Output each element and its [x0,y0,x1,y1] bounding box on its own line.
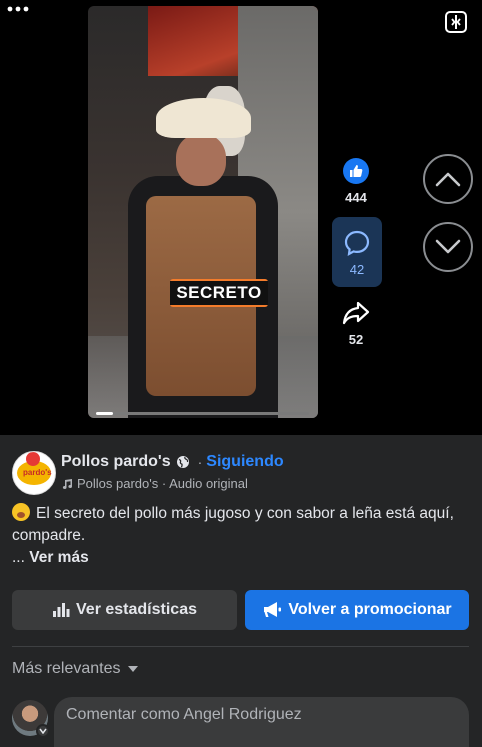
video-progress-fill [96,412,114,415]
comment-sort-label: Más relevantes [12,660,121,677]
chevron-down-small-icon [39,728,47,734]
page-avatar[interactable]: pardo's [12,451,56,495]
next-video-button[interactable] [423,222,473,272]
description-text: El secreto del pollo más jugoso y con sa… [12,505,454,544]
like-badge [343,158,369,184]
post-details-panel: pardo's Pollos pardo's · Siguiendo Pollo… [0,435,482,747]
see-more-prefix: ... [12,549,30,566]
caption-sticker-text: SECRETO [170,281,268,305]
comment-input[interactable] [66,706,456,724]
video-progress-bar[interactable] [96,412,309,415]
chevron-down-icon [435,239,461,254]
page-name-row: Pollos pardo's · Siguiendo [61,453,284,471]
video-area: SECRETO 444 42 52 [0,0,482,435]
comment-button[interactable]: 42 [332,217,382,287]
view-stats-button[interactable]: Ver estadísticas [12,590,237,630]
view-stats-label: Ver estadísticas [76,601,197,618]
thinking-emoji-icon [12,503,30,521]
video-player[interactable] [88,6,318,418]
divider [12,646,469,647]
promote-again-label: Volver a promocionar [288,601,452,618]
share-count: 52 [348,332,364,347]
share-icon [342,301,370,325]
megaphone-icon [264,602,282,617]
caption-sticker: SECRETO [170,279,268,307]
comment-box[interactable] [54,697,469,747]
page-logo: pardo's [17,452,52,485]
like-count: 444 [345,190,367,205]
caret-down-icon [127,666,138,672]
more-options-button[interactable] [0,0,36,20]
promote-again-button[interactable]: Volver a promocionar [245,590,469,630]
comment-icon [344,230,370,257]
see-more-link[interactable]: Ver más [29,549,88,566]
page-logo-text: pardo's [23,468,52,477]
comment-count: 42 [349,262,365,277]
scene-person-face [176,134,226,186]
post-description: El secreto del pollo más jugoso y con sa… [12,503,472,569]
share-button[interactable]: 52 [332,300,380,347]
audio-row[interactable]: Pollos pardo's · Audio original [61,476,248,491]
previous-video-button[interactable] [423,154,473,204]
avatar-switch-badge[interactable] [36,724,50,738]
pip-icon [445,11,467,33]
audio-label: Pollos pardo's · Audio original [77,476,248,491]
scene-cowboy-hat [156,98,251,138]
thumbs-up-icon [350,165,363,177]
bar-chart-icon [53,603,70,617]
separator-dot: · [197,454,203,470]
music-icon [62,478,72,489]
following-button[interactable]: Siguiendo [206,453,283,471]
page-name[interactable]: Pollos pardo's [61,453,171,471]
chevron-up-icon [435,172,461,187]
like-button[interactable]: 444 [332,158,380,205]
comment-sort-dropdown[interactable]: Más relevantes [12,660,139,678]
more-icon [7,6,29,12]
globe-icon [176,456,189,468]
pip-button[interactable] [444,10,468,34]
